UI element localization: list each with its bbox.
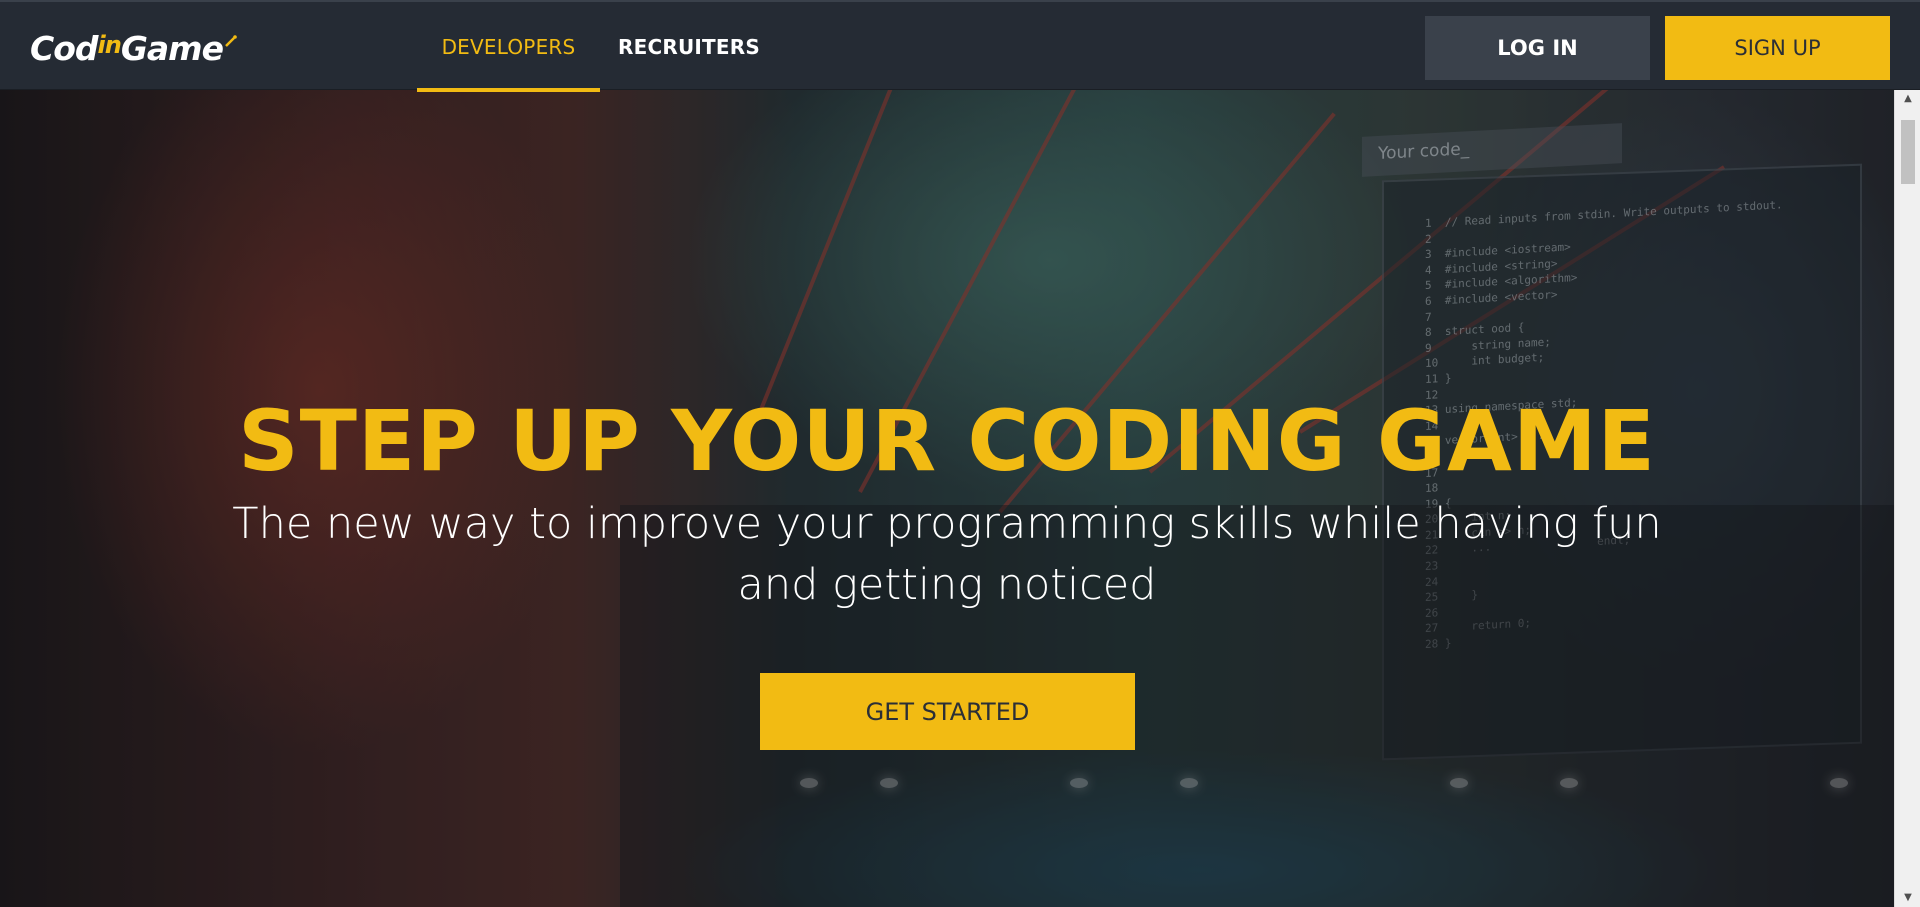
- codingame-logo[interactable]: Cod in Game: [30, 26, 237, 70]
- top-navbar: Cod in Game DEVELOPERS RECRUITERS LOG IN S…: [0, 0, 1920, 92]
- logo-text-part1: Cod: [30, 28, 99, 68]
- logo-text-part2: in: [97, 31, 122, 59]
- logo-spark-icon: [225, 35, 237, 47]
- page-scrollbar[interactable]: ▲ ▼: [1894, 90, 1920, 907]
- signup-button[interactable]: SIGN UP: [1665, 16, 1890, 80]
- scroll-thumb[interactable]: [1901, 120, 1915, 184]
- get-started-button[interactable]: GET STARTED: [760, 673, 1135, 750]
- scroll-up-icon[interactable]: ▲: [1895, 90, 1920, 108]
- login-button[interactable]: LOG IN: [1425, 16, 1650, 80]
- hero-headline: STEP UP YOUR CODING GAME: [238, 392, 1656, 490]
- nav-developers[interactable]: DEVELOPERS: [417, 4, 600, 92]
- scroll-down-icon[interactable]: ▼: [1895, 889, 1920, 907]
- nav-recruiters[interactable]: RECRUITERS: [612, 4, 766, 90]
- hero-subline: The new way to improve your programming …: [232, 499, 1662, 610]
- logo-text-part3: Game: [120, 28, 224, 68]
